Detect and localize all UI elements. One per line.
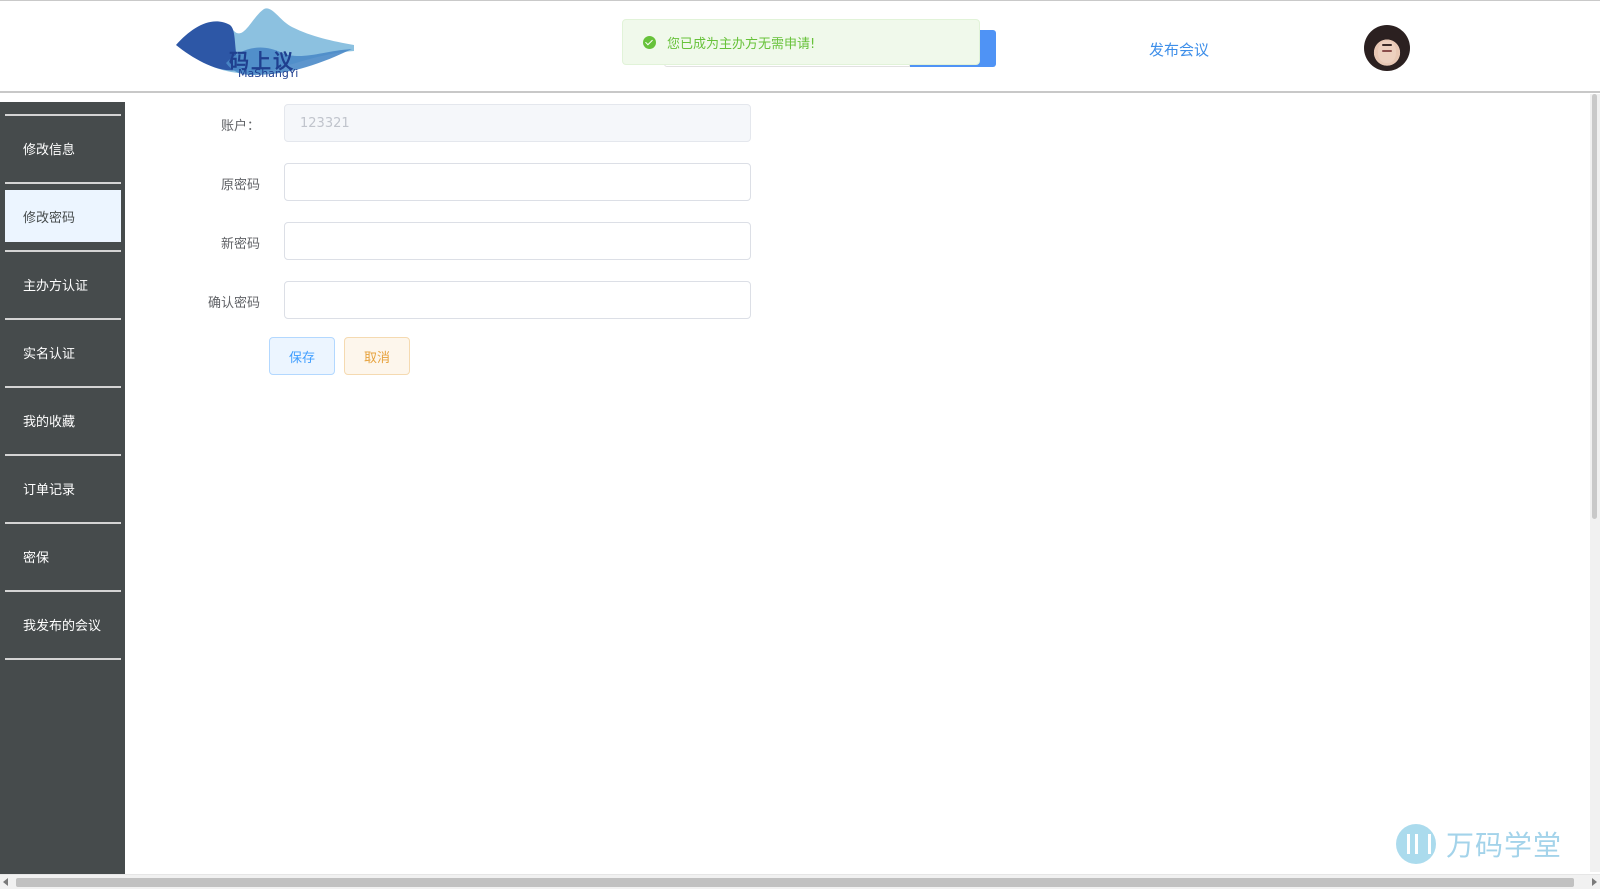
sidebar-item-order-history[interactable]: 订单记录 xyxy=(5,462,121,514)
check-circle-icon xyxy=(643,35,656,49)
horizontal-scrollbar[interactable] xyxy=(0,874,1600,889)
scroll-left-arrow-icon[interactable] xyxy=(3,878,8,886)
watermark: 万码学堂 xyxy=(1396,824,1562,864)
old-password-label: 原密码 xyxy=(221,178,261,193)
old-password-field[interactable] xyxy=(284,163,751,201)
cancel-button[interactable]: 取消 xyxy=(344,337,410,375)
scroll-right-arrow-icon[interactable] xyxy=(1592,878,1597,886)
sidebar-divider xyxy=(5,454,121,456)
sidebar-item-security-question[interactable]: 密保 xyxy=(5,530,121,582)
watermark-logo-icon xyxy=(1396,824,1436,864)
sidebar-item-my-meetings[interactable]: 我发布的会议 xyxy=(5,598,121,650)
sidebar-divider xyxy=(5,114,121,116)
sidebar-divider xyxy=(5,386,121,388)
sidebar-divider xyxy=(5,590,121,592)
horizontal-scrollbar-thumb[interactable] xyxy=(16,878,1574,887)
publish-meeting-link[interactable]: 发布会议 xyxy=(1149,39,1209,60)
sidebar-item-edit-info[interactable]: 修改信息 xyxy=(5,122,121,174)
sidebar: 修改信息 修改密码 主办方认证 实名认证 我的收藏 订单记录 密保 我发布的会议 xyxy=(0,102,125,874)
new-password-field[interactable] xyxy=(284,222,751,260)
sidebar-divider xyxy=(5,658,121,660)
new-password-label: 新密码 xyxy=(221,237,261,252)
account-field xyxy=(284,104,751,142)
vertical-scrollbar[interactable] xyxy=(1590,94,1600,872)
sidebar-divider xyxy=(5,182,121,184)
success-toast: 您已成为主办方无需申请! xyxy=(622,19,980,65)
account-label: 账户： xyxy=(221,119,261,134)
watermark-text: 万码学堂 xyxy=(1446,829,1563,862)
confirm-password-field[interactable] xyxy=(284,281,751,319)
top-header: 码上议 MaShangYi 您已成为主办方无需申请! 发布会议 xyxy=(0,0,1600,93)
sidebar-divider xyxy=(5,318,121,320)
toast-message: 您已成为主办方无需申请! xyxy=(667,36,816,52)
save-button[interactable]: 保存 xyxy=(269,337,335,375)
sidebar-item-change-password[interactable]: 修改密码 xyxy=(5,190,121,242)
sidebar-divider xyxy=(5,250,121,252)
logo[interactable]: 码上议 MaShangYi xyxy=(172,3,362,91)
sidebar-item-real-name-verification[interactable]: 实名认证 xyxy=(5,326,121,378)
logo-english-text: MaShangYi xyxy=(238,67,299,80)
user-avatar[interactable] xyxy=(1364,25,1410,71)
sidebar-divider xyxy=(5,522,121,524)
confirm-password-label: 确认密码 xyxy=(208,296,261,311)
sidebar-item-organizer-verification[interactable]: 主办方认证 xyxy=(5,258,121,310)
vertical-scrollbar-thumb[interactable] xyxy=(1592,94,1597,519)
sidebar-item-favorites[interactable]: 我的收藏 xyxy=(5,394,121,446)
